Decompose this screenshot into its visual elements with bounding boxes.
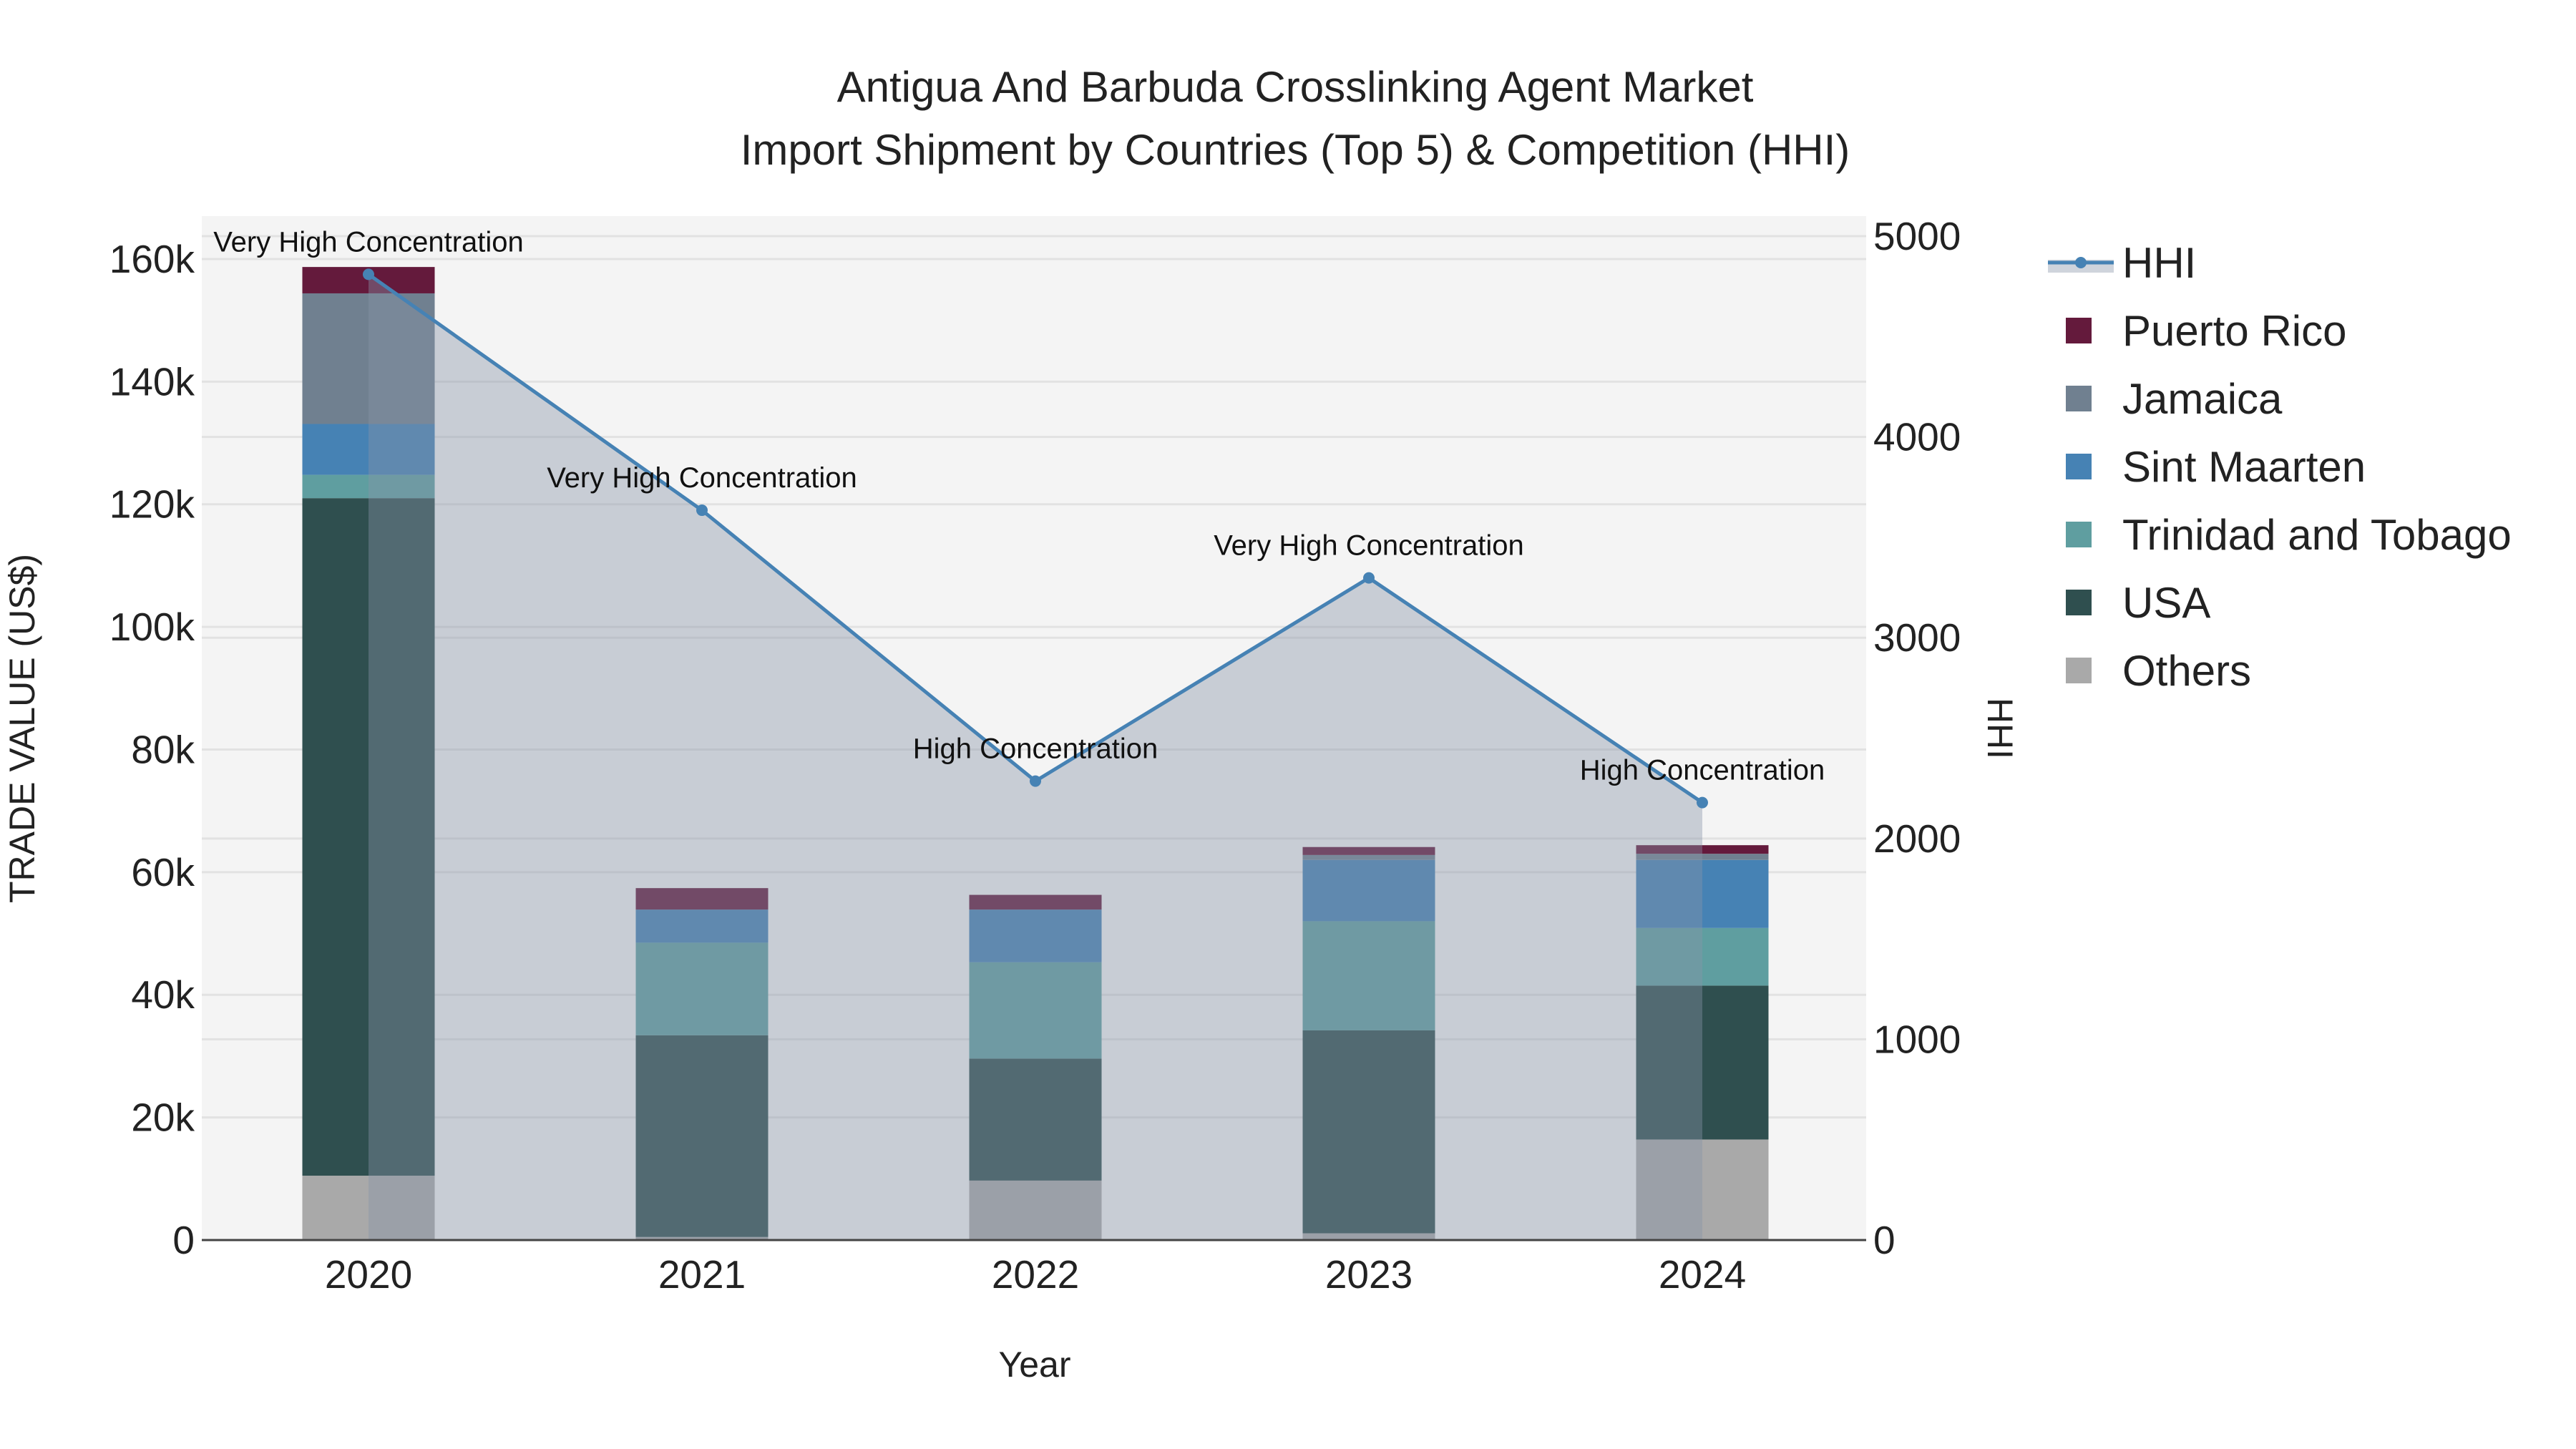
hhi-annotation: High Concentration [913,733,1158,765]
y2-tick-label: 3000 [1873,615,1961,660]
legend-label: HHI [2122,239,2196,287]
legend-label: Jamaica [2122,375,2283,423]
legend-label: Trinidad and Tobago [2122,511,2512,559]
hhi-point [1697,796,1708,809]
x-axis-title: Year [998,1345,1070,1385]
hhi-point [363,268,374,280]
hhi-annotation: High Concentration [1580,755,1825,786]
legend-label: USA [2122,579,2210,627]
legend-swatch [2066,522,2092,547]
y2-tick-label: 4000 [1873,415,1961,459]
y2-axis-title: HHI [1980,698,2020,759]
hhi-point [1363,572,1375,584]
y-tick-label: 120k [109,482,195,527]
hhi-point [1030,775,1041,787]
y2-tick-label: 2000 [1873,816,1961,861]
legend-label: Others [2122,647,2251,695]
hhi-annotation: Very High Concentration [213,226,524,258]
legend-swatch [2066,590,2092,615]
y-tick-label: 60k [131,850,195,894]
x-tick-label: 2023 [1325,1252,1413,1297]
x-tick-label: 2024 [1659,1252,1746,1297]
chart-title-line1: Antigua And Barbuda Crosslinking Agent M… [837,63,1754,111]
legend-swatch [2066,454,2092,479]
legend-label: Puerto Rico [2122,307,2346,355]
x-tick-label: 2022 [992,1252,1079,1297]
legend: HHI Puerto Rico Jamaica Sint Maarten Trinida… [2048,239,2512,695]
y-tick-label: 0 [172,1218,195,1262]
x-tick-label: 2021 [658,1252,746,1297]
y2-tick-label: 5000 [1873,214,1961,258]
chart: Very High Concentration Very High Concent… [2,63,2512,1385]
legend-hhi-marker [2075,257,2087,268]
y-tick-label: 20k [131,1096,195,1140]
y2-tick-label: 1000 [1873,1017,1961,1061]
hhi-point [696,504,708,517]
chart-title-line2: Import Shipment by Countries (Top 5) & C… [741,126,1850,174]
y2-tick-label: 0 [1873,1218,1896,1262]
legend-label: Sint Maarten [2122,443,2366,491]
y-tick-label: 100k [109,605,195,649]
legend-swatch [2066,658,2092,683]
y-tick-label: 40k [131,972,195,1017]
y-tick-label: 80k [131,727,195,771]
y-tick-label: 140k [109,359,195,404]
hhi-annotation: Very High Concentration [1214,530,1524,562]
hhi-annotation: Very High Concentration [547,462,857,494]
x-tick-label: 2020 [325,1252,412,1297]
legend-swatch [2066,386,2092,411]
y-tick-label: 160k [109,237,195,281]
y-axis-title: TRADE VALUE (US$) [2,554,42,903]
legend-swatch [2066,318,2092,343]
